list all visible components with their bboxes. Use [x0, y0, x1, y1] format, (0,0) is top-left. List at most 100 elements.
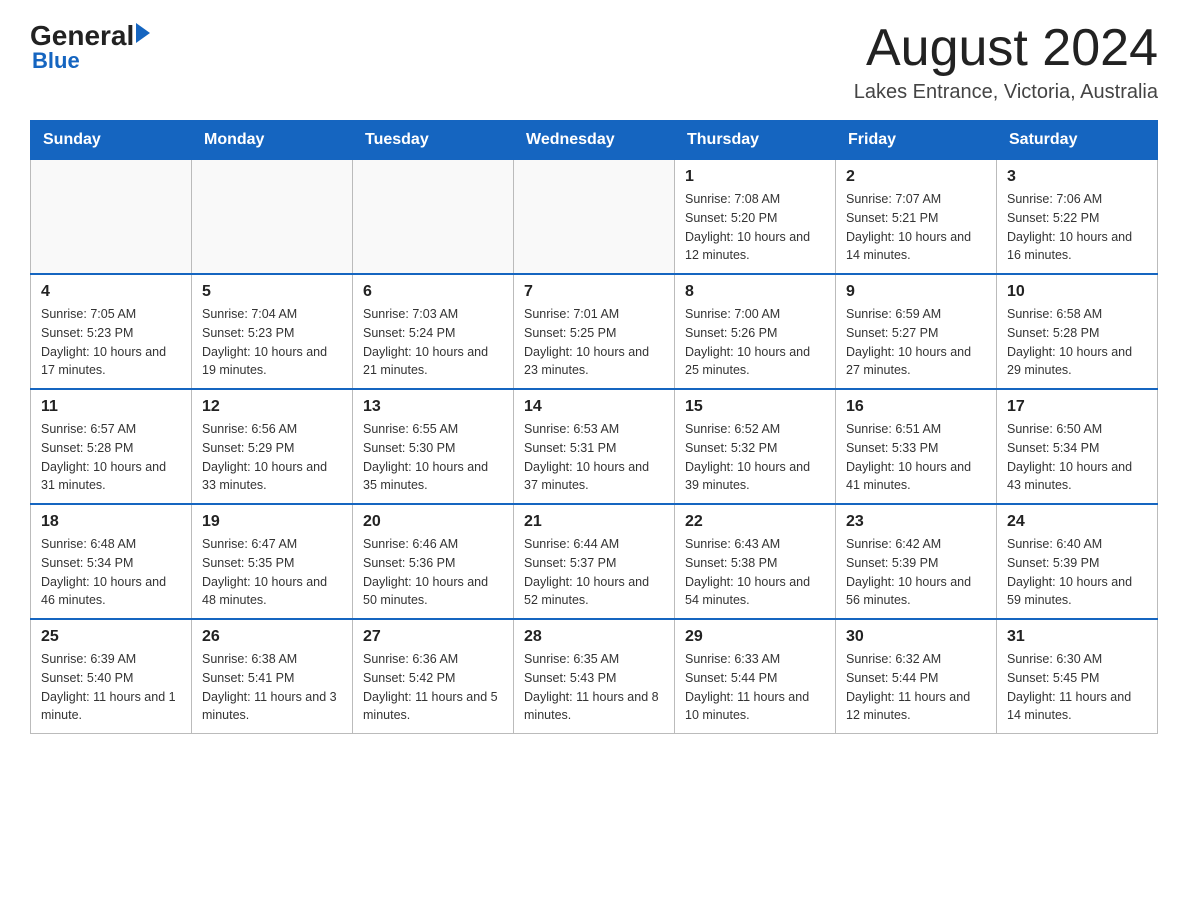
table-row: 22Sunrise: 6:43 AMSunset: 5:38 PMDayligh… [675, 504, 836, 619]
day-info: Sunrise: 7:01 AMSunset: 5:25 PMDaylight:… [524, 305, 664, 380]
day-info: Sunrise: 6:46 AMSunset: 5:36 PMDaylight:… [363, 535, 503, 610]
day-info: Sunrise: 6:43 AMSunset: 5:38 PMDaylight:… [685, 535, 825, 610]
day-info: Sunrise: 6:32 AMSunset: 5:44 PMDaylight:… [846, 650, 986, 725]
table-row: 4 Sunrise: 7:05 AMSunset: 5:23 PMDaylight… [31, 274, 192, 389]
day-number: 6 [363, 283, 503, 301]
day-info: Sunrise: 6:50 AMSunset: 5:34 PMDaylight:… [1007, 420, 1147, 495]
day-info: Sunrise: 7:07 AMSunset: 5:21 PMDaylight:… [846, 190, 986, 265]
day-number: 23 [846, 513, 986, 531]
calendar-week-row: 11 Sunrise: 6:57 AMSunset: 5:28 PMDayligh… [31, 389, 1158, 504]
calendar-week-row: 18 Sunrise: 6:48 AMSunset: 5:34 PMDayligh… [31, 504, 1158, 619]
calendar-week-row: 4 Sunrise: 7:05 AMSunset: 5:23 PMDaylight… [31, 274, 1158, 389]
logo: General Blue [30, 20, 150, 74]
day-number: 19 [202, 513, 342, 531]
logo-arrow-icon [136, 23, 150, 43]
table-row: 19 Sunrise: 6:47 AMSunset: 5:35 PMDayligh… [192, 504, 353, 619]
day-number: 27 [363, 628, 503, 646]
table-row: 20 Sunrise: 6:46 AMSunset: 5:36 PMDayligh… [353, 504, 514, 619]
day-info: Sunrise: 6:48 AMSunset: 5:34 PMDaylight:… [41, 535, 181, 610]
calendar-table: Sunday Monday Tuesday Wednesday Thursday… [30, 120, 1158, 734]
table-row: 7 Sunrise: 7:01 AMSunset: 5:25 PMDaylight… [514, 274, 675, 389]
day-number: 28 [524, 628, 664, 646]
day-number: 12 [202, 398, 342, 416]
day-info: Sunrise: 6:30 AMSunset: 5:45 PMDaylight:… [1007, 650, 1147, 725]
day-info: Sunrise: 6:39 AMSunset: 5:40 PMDaylight:… [41, 650, 181, 725]
table-row: 15 Sunrise: 6:52 AMSunset: 5:32 PMDayligh… [675, 389, 836, 504]
table-row: 14 Sunrise: 6:53 AMSunset: 5:31 PMDayligh… [514, 389, 675, 504]
col-thursday: Thursday [675, 121, 836, 160]
col-wednesday: Wednesday [514, 121, 675, 160]
day-number: 21 [524, 513, 664, 531]
table-row: 30 Sunrise: 6:32 AMSunset: 5:44 PMDayligh… [836, 619, 997, 734]
table-row: 28Sunrise: 6:35 AMSunset: 5:43 PMDayligh… [514, 619, 675, 734]
day-info: Sunrise: 6:52 AMSunset: 5:32 PMDaylight:… [685, 420, 825, 495]
day-info: Sunrise: 7:05 AMSunset: 5:23 PMDaylight:… [41, 305, 181, 380]
table-row: 8Sunrise: 7:00 AMSunset: 5:26 PMDaylight… [675, 274, 836, 389]
day-number: 14 [524, 398, 664, 416]
table-row: 17 Sunrise: 6:50 AMSunset: 5:34 PMDayligh… [997, 389, 1158, 504]
table-row [353, 160, 514, 275]
day-number: 4 [41, 283, 181, 301]
day-info: Sunrise: 6:38 AMSunset: 5:41 PMDaylight:… [202, 650, 342, 725]
day-info: Sunrise: 6:56 AMSunset: 5:29 PMDaylight:… [202, 420, 342, 495]
day-info: Sunrise: 6:47 AMSunset: 5:35 PMDaylight:… [202, 535, 342, 610]
table-row: 31 Sunrise: 6:30 AMSunset: 5:45 PMDayligh… [997, 619, 1158, 734]
day-number: 3 [1007, 168, 1147, 186]
month-title: August 2024 [854, 20, 1158, 77]
table-row: 25 Sunrise: 6:39 AMSunset: 5:40 PMDayligh… [31, 619, 192, 734]
table-row: 2 Sunrise: 7:07 AMSunset: 5:21 PMDaylight… [836, 160, 997, 275]
table-row: 13Sunrise: 6:55 AMSunset: 5:30 PMDayligh… [353, 389, 514, 504]
calendar-week-row: 25 Sunrise: 6:39 AMSunset: 5:40 PMDayligh… [31, 619, 1158, 734]
day-number: 25 [41, 628, 181, 646]
location: Lakes Entrance, Victoria, Australia [854, 81, 1158, 104]
col-sunday: Sunday [31, 121, 192, 160]
table-row: 29 Sunrise: 6:33 AMSunset: 5:44 PMDayligh… [675, 619, 836, 734]
day-number: 8 [685, 283, 825, 301]
day-number: 10 [1007, 283, 1147, 301]
day-number: 31 [1007, 628, 1147, 646]
day-number: 20 [363, 513, 503, 531]
col-tuesday: Tuesday [353, 121, 514, 160]
day-number: 2 [846, 168, 986, 186]
day-number: 9 [846, 283, 986, 301]
table-row: 3 Sunrise: 7:06 AMSunset: 5:22 PMDaylight… [997, 160, 1158, 275]
day-number: 26 [202, 628, 342, 646]
day-info: Sunrise: 6:55 AMSunset: 5:30 PMDaylight:… [363, 420, 503, 495]
day-number: 30 [846, 628, 986, 646]
day-info: Sunrise: 6:44 AMSunset: 5:37 PMDaylight:… [524, 535, 664, 610]
day-info: Sunrise: 6:51 AMSunset: 5:33 PMDaylight:… [846, 420, 986, 495]
day-info: Sunrise: 7:06 AMSunset: 5:22 PMDaylight:… [1007, 190, 1147, 265]
table-row [31, 160, 192, 275]
table-row: 26 Sunrise: 6:38 AMSunset: 5:41 PMDayligh… [192, 619, 353, 734]
table-row: 18 Sunrise: 6:48 AMSunset: 5:34 PMDayligh… [31, 504, 192, 619]
day-info: Sunrise: 7:08 AMSunset: 5:20 PMDaylight:… [685, 190, 825, 265]
day-info: Sunrise: 6:36 AMSunset: 5:42 PMDaylight:… [363, 650, 503, 725]
day-number: 17 [1007, 398, 1147, 416]
table-row [514, 160, 675, 275]
col-friday: Friday [836, 121, 997, 160]
calendar-header-row: Sunday Monday Tuesday Wednesday Thursday… [31, 121, 1158, 160]
table-row: 16 Sunrise: 6:51 AMSunset: 5:33 PMDayligh… [836, 389, 997, 504]
day-number: 15 [685, 398, 825, 416]
day-info: Sunrise: 6:53 AMSunset: 5:31 PMDaylight:… [524, 420, 664, 495]
day-number: 11 [41, 398, 181, 416]
table-row: 10 Sunrise: 6:58 AMSunset: 5:28 PMDayligh… [997, 274, 1158, 389]
logo-blue: Blue [32, 48, 80, 74]
day-number: 29 [685, 628, 825, 646]
day-number: 5 [202, 283, 342, 301]
day-info: Sunrise: 7:04 AMSunset: 5:23 PMDaylight:… [202, 305, 342, 380]
day-info: Sunrise: 6:58 AMSunset: 5:28 PMDaylight:… [1007, 305, 1147, 380]
day-number: 18 [41, 513, 181, 531]
col-saturday: Saturday [997, 121, 1158, 160]
table-row [192, 160, 353, 275]
table-row: 27 Sunrise: 6:36 AMSunset: 5:42 PMDayligh… [353, 619, 514, 734]
table-row: 12 Sunrise: 6:56 AMSunset: 5:29 PMDayligh… [192, 389, 353, 504]
table-row: 9Sunrise: 6:59 AMSunset: 5:27 PMDaylight… [836, 274, 997, 389]
day-number: 16 [846, 398, 986, 416]
day-info: Sunrise: 7:03 AMSunset: 5:24 PMDaylight:… [363, 305, 503, 380]
table-row: 1Sunrise: 7:08 AMSunset: 5:20 PMDaylight… [675, 160, 836, 275]
day-number: 7 [524, 283, 664, 301]
title-section: August 2024 Lakes Entrance, Victoria, Au… [854, 20, 1158, 104]
day-info: Sunrise: 6:57 AMSunset: 5:28 PMDaylight:… [41, 420, 181, 495]
day-info: Sunrise: 6:33 AMSunset: 5:44 PMDaylight:… [685, 650, 825, 725]
